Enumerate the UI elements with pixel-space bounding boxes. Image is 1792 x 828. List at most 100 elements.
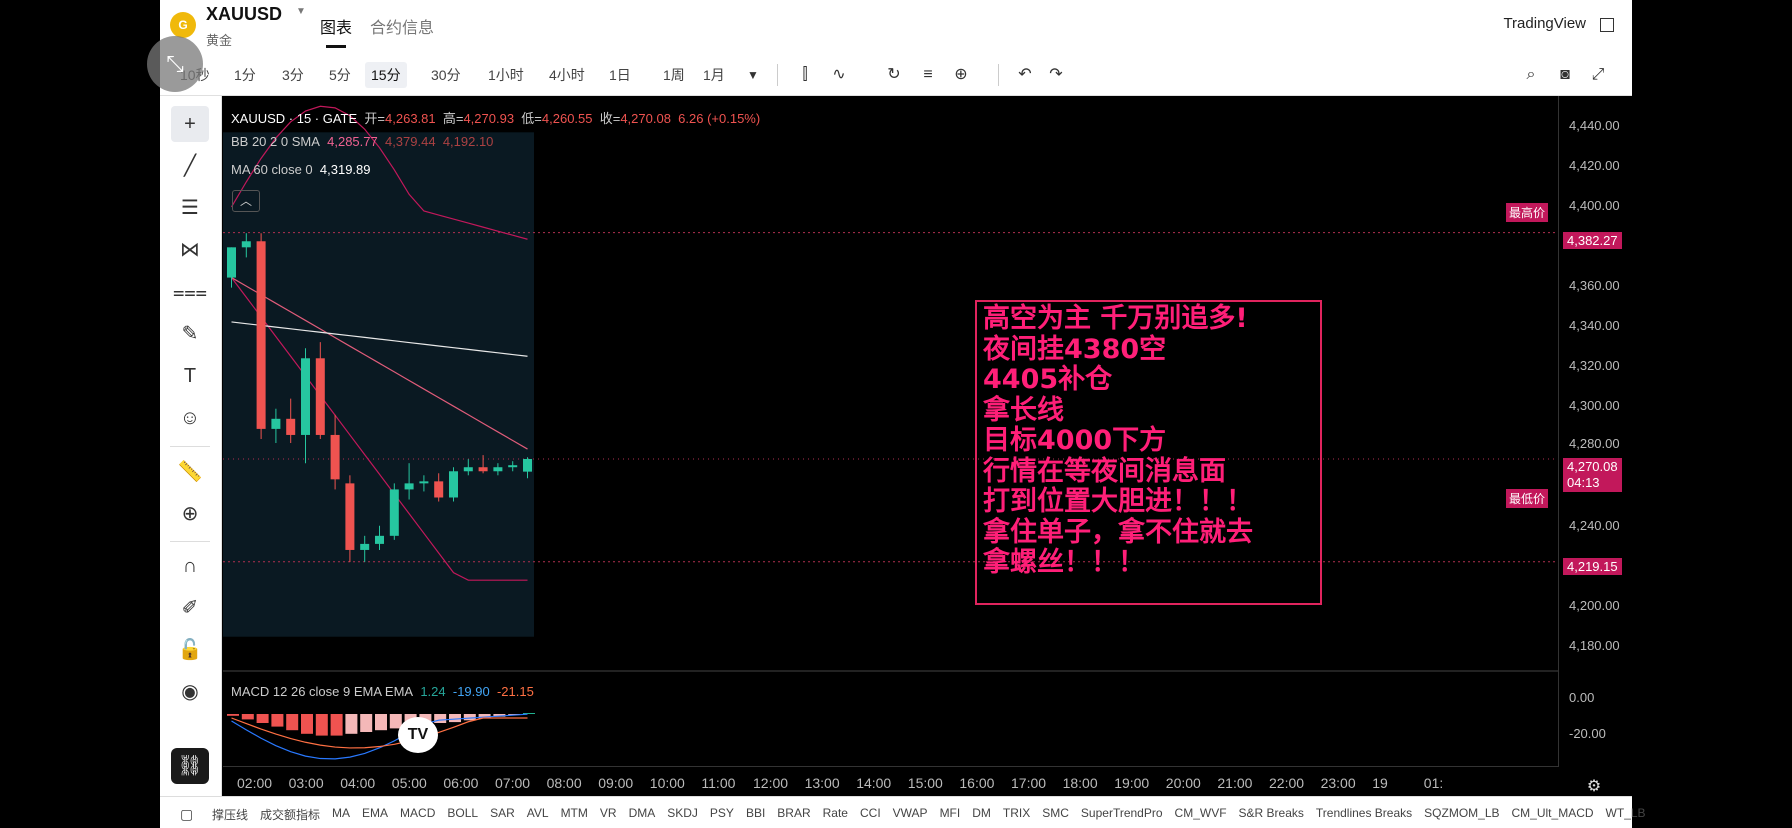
macd-bar — [434, 714, 447, 723]
gold-coin-icon: G — [170, 12, 196, 38]
indicator-item[interactable]: CCI — [860, 806, 881, 820]
time-tick: 13:00 — [804, 775, 840, 791]
price-axis[interactable]: 4,440.00 4,420.00 4,400.00 4,382.27 4,36… — [1558, 96, 1632, 796]
tf-5m[interactable]: 5分 — [323, 62, 357, 88]
indicator-item[interactable]: CM_Ult_MACD — [1512, 806, 1594, 820]
time-axis[interactable]: 02:00 03:00 04:00 05:00 06:00 07:00 08:00 09:00… — [223, 766, 1559, 796]
indicator-item[interactable]: 成交额指标 — [260, 806, 320, 823]
camera-icon[interactable]: ◙ — [1552, 62, 1578, 88]
search-icon[interactable]: ⌕ — [1518, 62, 1544, 88]
indicator-item[interactable]: MFI — [940, 806, 961, 820]
unlock-icon[interactable]: 🔓 — [171, 632, 209, 668]
indicator-item[interactable]: SAR — [490, 806, 515, 820]
price-tick: 4,320.00 — [1569, 358, 1620, 373]
last-price-tag: 4,270.08 04:13 — [1563, 458, 1622, 492]
ruler-icon[interactable]: 📏 — [171, 454, 209, 490]
tf-1m[interactable]: 1分 — [228, 62, 262, 88]
settings-list-icon[interactable]: ≡ — [915, 62, 941, 88]
indicator-item[interactable]: SQZMOM_LB — [1424, 806, 1499, 820]
indicator-item[interactable]: WT_LB — [1606, 806, 1646, 820]
zoom-in-icon[interactable]: ⊕ — [171, 496, 209, 532]
candle-body — [360, 543, 370, 550]
fullscreen-icon[interactable]: ⤢ — [1585, 62, 1611, 88]
annotation-box[interactable]: 高空为主 千万别追多! 夜间挂4380空 4405补仓 拿长线 目标4000下方… — [975, 300, 1322, 605]
indicator-item[interactable]: AVL — [527, 806, 549, 820]
legend-high: 4,270.93 — [463, 111, 515, 126]
indicator-item[interactable]: MACD — [400, 806, 435, 820]
low-price-tag: 4,219.15 — [1563, 558, 1622, 575]
indicator-item[interactable]: BOLL — [447, 806, 478, 820]
indicator-item[interactable]: S&R Breaks — [1239, 806, 1304, 820]
candle-type-icon[interactable]: ⫿ — [792, 62, 818, 88]
indicator-item[interactable]: CM_WVF — [1175, 806, 1227, 820]
indicator-item[interactable]: SMC — [1042, 806, 1069, 820]
emoji-icon[interactable]: ☺ — [171, 400, 209, 436]
indicator-item[interactable]: MA — [332, 806, 350, 820]
indicators-icon[interactable]: ∿ — [826, 62, 852, 88]
indicator-item[interactable]: BRAR — [777, 806, 810, 820]
time-tick: 18:00 — [1062, 775, 1098, 791]
indicator-item[interactable]: Rate — [823, 806, 848, 820]
macd-line: -19.90 — [452, 684, 490, 699]
indicator-item[interactable]: VWAP — [893, 806, 928, 820]
magnet-icon[interactable]: ∩ — [171, 548, 209, 584]
tf-1w[interactable]: 1周 — [657, 62, 691, 88]
tf-30m[interactable]: 30分 — [425, 62, 467, 88]
tf-1mo[interactable]: 1月 — [697, 62, 731, 88]
crosshair-icon[interactable]: + — [171, 106, 209, 142]
tradingview-link[interactable]: TradingView — [1503, 15, 1586, 32]
indicator-item[interactable]: SKDJ — [667, 806, 698, 820]
indicator-item[interactable]: SuperTrendPro — [1081, 806, 1163, 820]
collapse-icon[interactable]: ⤡ — [147, 36, 203, 92]
undo-icon[interactable]: ↶ — [1012, 62, 1038, 88]
add-icon[interactable]: ⊕ — [948, 62, 974, 88]
timeframe-dropdown-icon[interactable]: ▼ — [740, 62, 766, 88]
lock-pencil-icon[interactable]: ✐ — [171, 590, 209, 626]
indicator-item[interactable]: VR — [600, 806, 617, 820]
macd-bar — [315, 714, 328, 736]
pattern-icon[interactable]: ⋈ — [171, 232, 209, 268]
horizontal-lines-icon[interactable]: ☰ — [171, 190, 209, 226]
symbol-name[interactable]: XAUUSD — [206, 4, 282, 25]
indicator-item[interactable]: TRIX — [1003, 806, 1030, 820]
refresh-icon[interactable]: ↻ — [881, 62, 907, 88]
indicator-item[interactable]: EMA — [362, 806, 388, 820]
tab-contract-info[interactable]: 合约信息 — [370, 14, 434, 38]
external-window-icon[interactable] — [1600, 18, 1614, 32]
time-tick: 02:00 — [237, 775, 273, 791]
macd-bar — [375, 714, 387, 731]
tf-1h[interactable]: 1小时 — [482, 62, 530, 88]
indicator-item[interactable]: DM — [972, 806, 991, 820]
trendline-icon[interactable]: ╱ — [171, 148, 209, 184]
link-icon[interactable]: ⛓ — [171, 748, 209, 784]
collapse-legend-button[interactable]: ︿ — [232, 190, 260, 212]
candle-body — [493, 467, 503, 472]
price-tick: 4,340.00 — [1569, 318, 1620, 333]
indicator-item[interactable]: PSY — [710, 806, 734, 820]
redo-icon[interactable]: ↷ — [1043, 62, 1069, 88]
symbol-subname: 黄金 — [206, 33, 233, 48]
chevron-down-icon[interactable]: ▼ — [296, 6, 306, 17]
chart-pane[interactable]: XAUUSD · 15 · GATE 开=4,263.81 高=4,270.93… — [223, 96, 1559, 796]
fib-icon[interactable]: ⩶ — [171, 274, 209, 310]
indicator-item[interactable]: BBI — [746, 806, 765, 820]
time-tick: 01: — [1423, 775, 1444, 791]
calendar-icon[interactable]: ▢ — [180, 806, 193, 823]
candle-body — [389, 489, 399, 536]
text-icon[interactable]: T — [171, 358, 209, 394]
tf-1d[interactable]: 1日 — [603, 62, 637, 88]
eye-icon[interactable]: ◉ — [171, 674, 209, 710]
tf-4h[interactable]: 4小时 — [543, 62, 591, 88]
candle-body — [256, 241, 266, 429]
time-tick: 08:00 — [546, 775, 582, 791]
indicator-item[interactable]: DMA — [629, 806, 656, 820]
tf-3m[interactable]: 3分 — [276, 62, 310, 88]
time-tick: 19 — [1372, 775, 1388, 791]
time-tick: 22:00 — [1269, 775, 1305, 791]
brush-icon[interactable]: ✎ — [171, 316, 209, 352]
indicator-item[interactable]: MTM — [561, 806, 588, 820]
indicator-item[interactable]: 撑压线 — [212, 806, 248, 823]
indicator-item[interactable]: Trendlines Breaks — [1316, 806, 1412, 820]
tab-chart[interactable]: 图表 — [320, 14, 352, 38]
tf-15m[interactable]: 15分 — [365, 62, 407, 88]
